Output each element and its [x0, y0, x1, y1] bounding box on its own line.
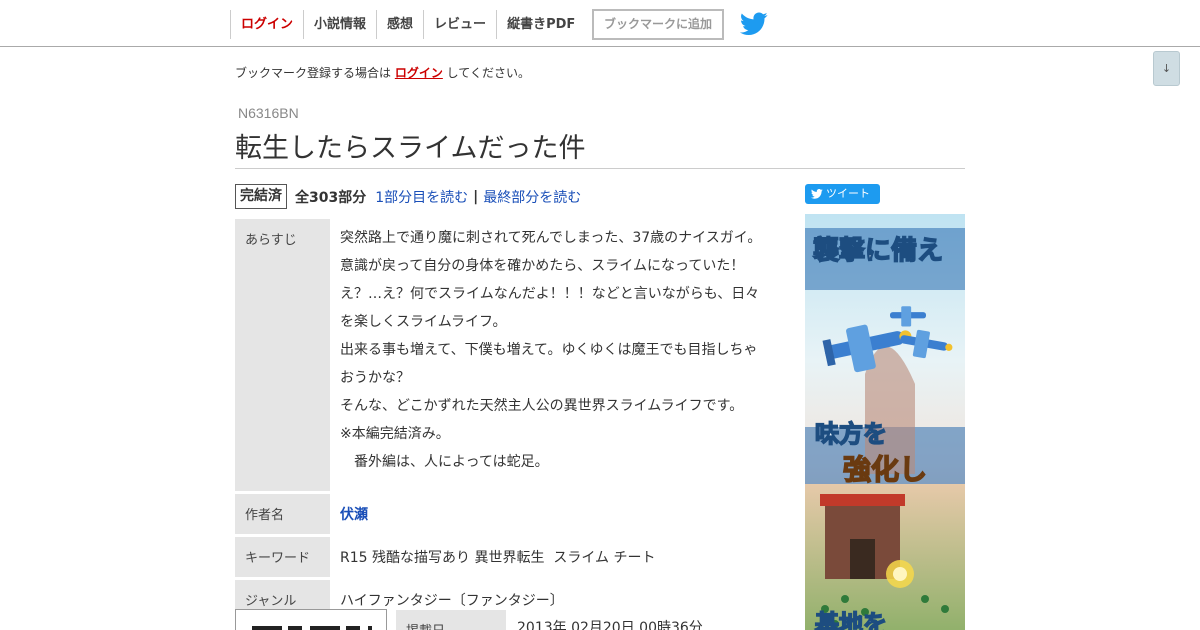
synopsis-line: え？…え？何でスライムなんだよ！！！などと言いながらも、日々 — [340, 286, 760, 302]
separator: | — [473, 188, 479, 205]
ncode: N6316BN — [238, 105, 299, 121]
synopsis-line: 突然路上で通り魔に刺されて死んでしまった、37歳のナイスガイ。 — [340, 230, 762, 246]
nav-list: ログイン 小説情報 感想 レビュー 縦書きPDF — [230, 10, 585, 39]
ad-banner[interactable]: 襲撃に備え 味方を 強化し 基地を — [805, 214, 965, 630]
tweet-button[interactable]: ツイート — [805, 184, 880, 204]
title-divider — [235, 168, 965, 169]
login-note-before: ブックマーク登録する場合は — [235, 66, 395, 80]
publish-area: 掲載日 2013年 02月20日 00時36分 — [235, 609, 765, 630]
novel-info-table: あらすじ 突然路上で通り魔に刺されて死んでしまった、37歳のナイスガイ。 意識が… — [235, 219, 765, 623]
keyword-row: キーワード R15 残酷な描写あり 異世界転生 スライム チート — [235, 537, 765, 577]
keyword-value: R15 残酷な描写あり 異世界転生 スライム チート — [340, 550, 656, 566]
synopsis-label: あらすじ — [235, 219, 330, 491]
novel-title: 転生したらスライムだった件 — [235, 133, 586, 164]
keyword-label: キーワード — [235, 537, 330, 577]
synopsis-line: 意識が戻って自分の身体を確かめたら、スライムになっていた！ — [340, 258, 745, 274]
ad-text-mid-a: 味方を — [815, 420, 887, 448]
nav-impressions-link[interactable]: 感想 — [376, 10, 423, 39]
status-row: 完結済 全303部分 1部分目を読む | 最終部分を読む — [235, 184, 581, 209]
login-note: ブックマーク登録する場合は ログイン してください。 — [235, 64, 530, 81]
nav-novel-info-link[interactable]: 小説情報 — [303, 10, 376, 39]
twitter-bird-icon[interactable] — [740, 12, 768, 36]
published-label: 掲載日 — [396, 610, 506, 630]
published-value: 2013年 02月20日 00時36分 — [517, 620, 703, 630]
nav-vertical-pdf-link[interactable]: 縦書きPDF — [496, 10, 585, 39]
login-note-after: してください。 — [442, 66, 530, 80]
nav-review-link[interactable]: レビュー — [423, 10, 496, 39]
base-building-icon — [820, 494, 914, 588]
read-first-link[interactable]: 1部分目を読む — [375, 187, 468, 207]
add-bookmark-button[interactable]: ブックマークに追加 — [592, 9, 724, 40]
scroll-down-button[interactable]: ↓ — [1153, 51, 1180, 86]
synopsis-text: 突然路上で通り魔に刺されて死んでしまった、37歳のナイスガイ。 意識が戻って自分… — [330, 219, 765, 491]
synopsis-line: を楽しくスライムライフ。 — [340, 314, 507, 330]
synopsis-line: ※本編完結済み。 — [340, 426, 450, 442]
ad-text-mid-b: 強化し — [843, 453, 927, 486]
twitter-small-icon — [810, 189, 823, 199]
qr-code-icon — [235, 609, 387, 630]
author-link[interactable]: 伏瀬 — [340, 507, 368, 523]
total-parts: 全303部分 — [295, 189, 367, 206]
synopsis-line: 出来る事も増えて、下僕も増えて。ゆくゆくは魔王でも目指しちゃ — [340, 342, 758, 358]
synopsis-row: あらすじ 突然路上で通り魔に刺されて死んでしまった、37歳のナイスガイ。 意識が… — [235, 219, 765, 491]
ad-text-top: 襲撃に備え — [813, 235, 943, 266]
login-note-link[interactable]: ログイン — [395, 66, 443, 80]
status-badge: 完結済 — [235, 184, 287, 209]
nav-login-link[interactable]: ログイン — [230, 10, 303, 39]
synopsis-line: 番外編は、人によっては蛇足。 — [340, 454, 549, 470]
read-last-link[interactable]: 最終部分を読む — [483, 187, 581, 207]
top-navigation: ログイン 小説情報 感想 レビュー 縦書きPDF ブックマークに追加 — [0, 0, 1200, 47]
author-row: 作者名 伏瀬 — [235, 494, 765, 534]
ad-text-bottom: 基地を — [815, 610, 887, 630]
author-label: 作者名 — [235, 494, 330, 534]
synopsis-line: おうかな？ — [340, 370, 410, 386]
synopsis-line: そんな、どこかずれた天然主人公の異世界スライムライフです。 — [340, 398, 744, 414]
tweet-label: ツイート — [826, 187, 870, 200]
